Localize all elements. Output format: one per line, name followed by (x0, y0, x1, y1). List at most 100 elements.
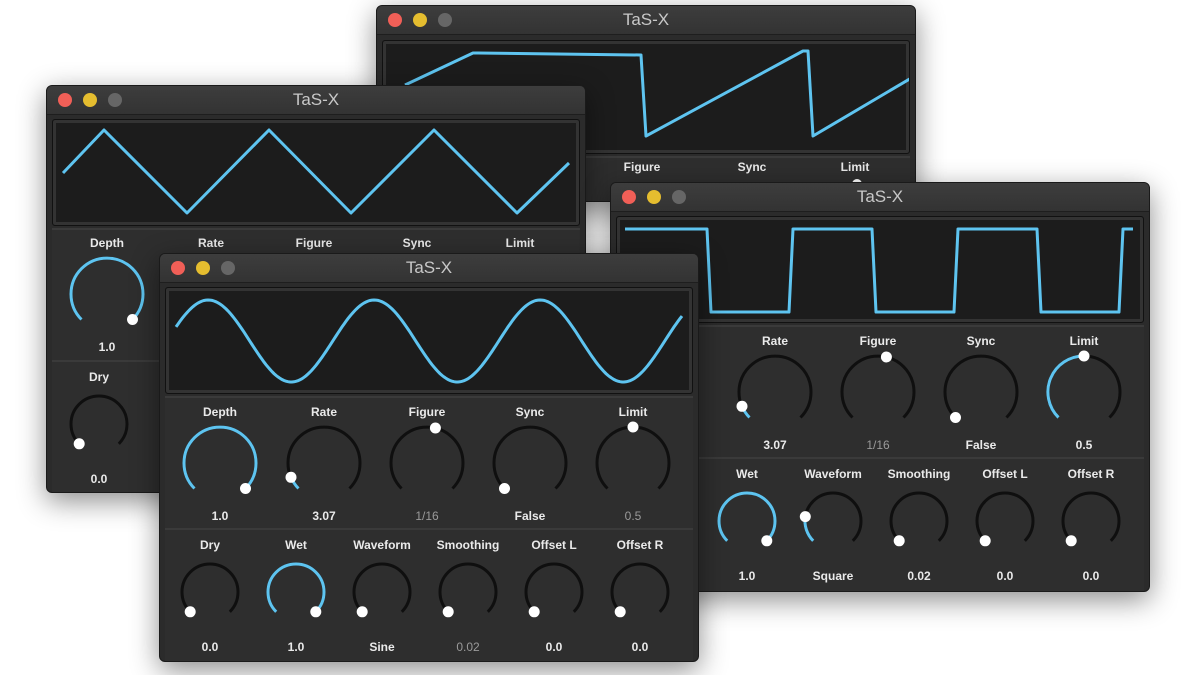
figure-knob[interactable]: Figure 1/16 (387, 405, 467, 527)
dry-knob[interactable]: Dry 0.0 (59, 370, 139, 490)
smoothing-dial[interactable] (432, 556, 504, 628)
waveform-dial[interactable] (797, 485, 869, 557)
knob-label: Wet (736, 467, 758, 481)
limit-dial[interactable] (1040, 348, 1128, 436)
depth-dial[interactable] (176, 419, 264, 507)
knob-handle (356, 606, 368, 618)
depth-dial[interactable] (63, 250, 151, 338)
depth-knob[interactable]: Depth 1.0 (67, 236, 147, 358)
rate-dial[interactable] (280, 419, 368, 507)
offset-l-dial[interactable] (969, 485, 1041, 557)
knob-track (595, 425, 671, 490)
knob-value: False (514, 509, 546, 523)
sine-waveform (174, 298, 684, 384)
knob-label: Depth (203, 405, 237, 419)
knob-label: Rate (310, 405, 337, 419)
limit-dial[interactable] (589, 419, 677, 507)
knob-handle (73, 438, 85, 450)
wet-knob[interactable]: Wet 1.0 (707, 467, 787, 587)
waveform-knob[interactable]: Waveform Square (793, 467, 873, 587)
figure-knob[interactable]: Figure 1/16 (838, 334, 918, 456)
figure-dial[interactable] (383, 419, 471, 507)
knob-track (803, 491, 863, 542)
knob-value: 1/16 (866, 438, 890, 452)
smoothing-dial[interactable] (883, 485, 955, 557)
knob-value-arc (69, 256, 145, 321)
knob-handle (614, 606, 626, 618)
knob-handle (893, 535, 905, 547)
knob-label: Rate (197, 236, 224, 250)
window-title: TaS-X (292, 90, 340, 109)
knob-label: Sync (515, 405, 545, 419)
rate-knob[interactable]: Rate 3.07 (735, 334, 815, 456)
knob-handle (184, 606, 196, 618)
knob-label: Sync (737, 160, 767, 174)
plugin-window-sine[interactable]: TaS-X Depth 1.0 Rate 3.07 Figure 1/16 Sync Fals… (159, 253, 699, 662)
knob-value-arc (1046, 354, 1085, 419)
wet-knob[interactable]: Wet 1.0 (256, 538, 336, 658)
wet-dial[interactable] (711, 485, 783, 557)
smoothing-knob[interactable]: Smoothing 0.02 (428, 538, 508, 658)
knob-label: Offset L (531, 538, 577, 552)
knob-value-arc (182, 425, 258, 490)
offset-r-dial[interactable] (604, 556, 676, 628)
knob-label: Offset R (616, 538, 664, 552)
knob-label: Wet (285, 538, 307, 552)
title-bar[interactable]: TaS-X (160, 254, 698, 283)
waveform-display (165, 287, 693, 394)
offset-l-knob[interactable]: Offset L 0.0 (514, 538, 594, 658)
knob-track (975, 491, 1035, 542)
rate-dial[interactable] (731, 348, 819, 436)
knob-handle (979, 535, 991, 547)
knob-handle (499, 483, 510, 494)
offset-r-knob[interactable]: Offset R 0.0 (1051, 467, 1131, 587)
knob-handle (442, 606, 454, 618)
knob-handle (736, 400, 748, 412)
knob-value: False (965, 438, 997, 452)
offset-l-knob[interactable]: Offset L 0.0 (965, 467, 1045, 587)
sync-knob[interactable]: Sync False (490, 405, 570, 527)
depth-knob[interactable]: Depth 1.0 (180, 405, 260, 527)
dry-dial[interactable] (174, 556, 246, 628)
knob-value: 0.0 (201, 640, 219, 654)
knob-label: Offset L (982, 467, 1028, 481)
title-bar[interactable]: TaS-X (377, 6, 915, 35)
knob-value: 1.0 (738, 569, 756, 583)
knob-value: 0.0 (90, 472, 108, 486)
knob-value: 0.5 (624, 509, 642, 523)
limit-knob[interactable]: Limit 0.5 (593, 405, 673, 527)
knob-track (438, 562, 498, 613)
dry-knob[interactable]: Dry 0.0 (170, 538, 250, 658)
knob-value: Square (812, 569, 854, 583)
offset-r-knob[interactable]: Offset R 0.0 (600, 538, 680, 658)
knob-value-arc (266, 562, 326, 613)
knob-value: 1.0 (211, 509, 229, 523)
knob-label: Offset R (1067, 467, 1115, 481)
knob-track (69, 394, 129, 445)
rate-knob[interactable]: Rate 3.07 (284, 405, 364, 527)
wet-dial[interactable] (260, 556, 332, 628)
offset-r-dial[interactable] (1055, 485, 1127, 557)
knob-track (1061, 491, 1121, 542)
figure-dial[interactable] (834, 348, 922, 436)
sync-dial[interactable] (486, 419, 574, 507)
limit-knob[interactable]: Limit 0.5 (1044, 334, 1124, 456)
sync-dial[interactable] (937, 348, 1025, 436)
knob-value: 0.0 (996, 569, 1014, 583)
offset-l-dial[interactable] (518, 556, 590, 628)
knob-track (889, 491, 949, 542)
sync-knob[interactable]: Sync False (941, 334, 1021, 456)
title-bar[interactable]: TaS-X (47, 86, 585, 115)
knob-handle (240, 483, 251, 494)
knob-track (389, 425, 465, 490)
waveform-dial[interactable] (346, 556, 418, 628)
smoothing-knob[interactable]: Smoothing 0.02 (879, 467, 959, 587)
knob-track (492, 425, 568, 490)
window-title: TaS-X (856, 187, 904, 206)
dry-dial[interactable] (63, 388, 135, 460)
title-bar[interactable]: TaS-X (611, 183, 1149, 212)
knob-handle (1078, 350, 1090, 362)
knob-label: Depth (90, 236, 124, 250)
knob-label: Limit (840, 160, 870, 174)
waveform-knob[interactable]: Waveform Sine (342, 538, 422, 658)
